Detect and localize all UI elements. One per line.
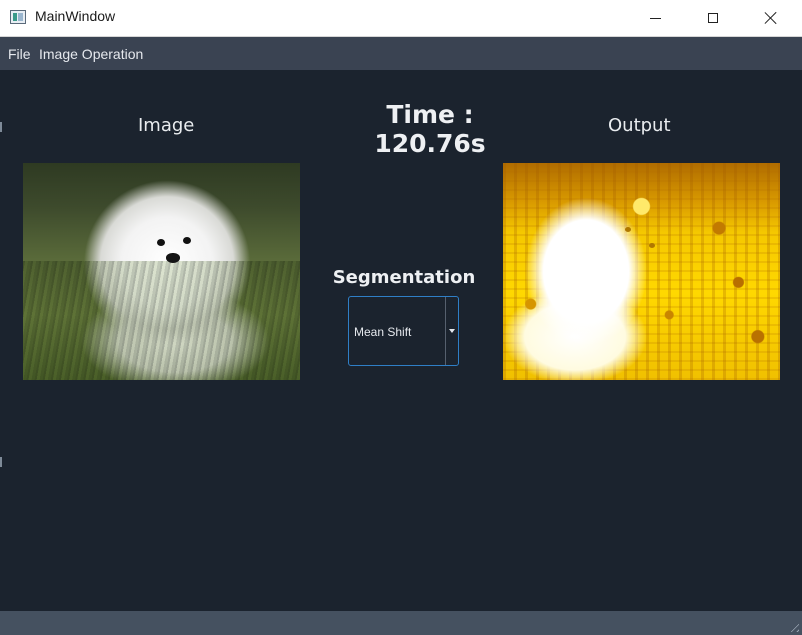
status-bar: [0, 611, 802, 635]
segmentation-label: Segmentation: [332, 267, 476, 288]
dog-face: [143, 213, 213, 283]
minimize-button[interactable]: [632, 0, 678, 36]
maximize-button[interactable]: [690, 0, 736, 36]
minimize-icon: [649, 17, 661, 19]
time-label: Time : 120.76s: [374, 100, 486, 158]
left-edge-mark: [0, 122, 2, 132]
chevron-down-icon[interactable]: [449, 329, 455, 333]
close-icon: [764, 11, 778, 25]
main-window: MainWindow File Image Operation Image Ti…: [0, 0, 802, 635]
input-image: [23, 163, 300, 380]
image-label: Image: [138, 115, 195, 136]
dog-eye-right: [183, 237, 191, 244]
window-title: MainWindow: [35, 8, 116, 24]
output-label: Output: [608, 115, 671, 136]
central-widget: Image Time : 120.76s Output Segmentation…: [0, 70, 802, 611]
dog-nose: [166, 253, 180, 263]
left-edge-mark: [0, 457, 2, 467]
output-image: [503, 163, 780, 380]
close-button[interactable]: [748, 0, 794, 36]
dog-eye-left: [157, 239, 165, 246]
output-eye-right: [649, 243, 655, 248]
combo-separator: [445, 297, 446, 365]
menu-image-operation[interactable]: Image Operation: [39, 46, 143, 62]
title-bar[interactable]: MainWindow: [0, 0, 802, 37]
segmentation-method-select[interactable]: Mean Shift: [348, 296, 459, 366]
size-grip-icon[interactable]: [787, 620, 799, 632]
app-window-icon: [10, 10, 26, 24]
maximize-icon: [708, 13, 718, 23]
menu-bar: File Image Operation: [0, 37, 802, 70]
segmentation-selected-value: Mean Shift: [354, 325, 412, 339]
menu-file[interactable]: File: [8, 46, 31, 62]
segmentation-texture: [503, 163, 780, 380]
output-eye-left: [625, 227, 631, 232]
